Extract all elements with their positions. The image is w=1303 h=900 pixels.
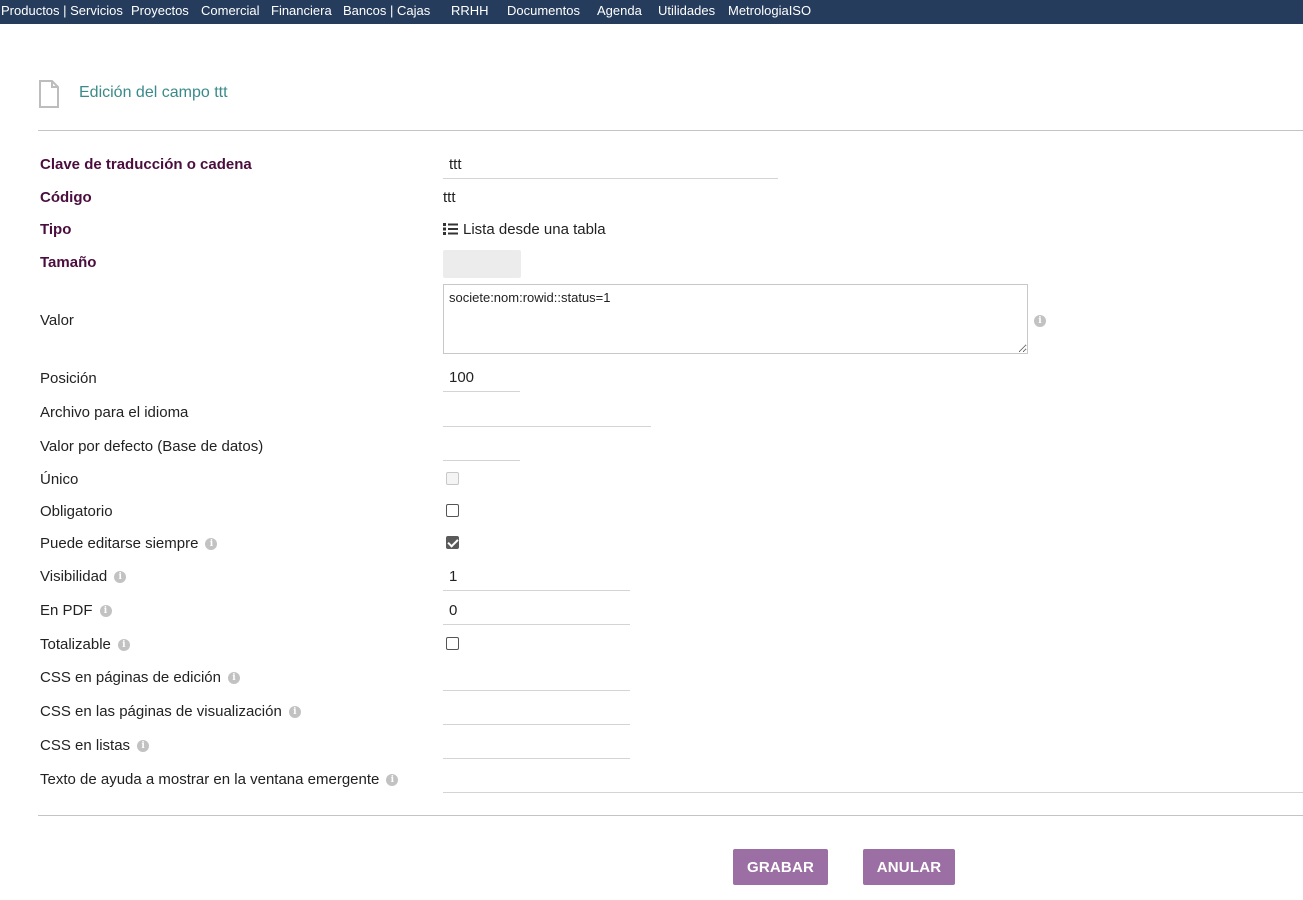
codigo-value: ttt [443,189,456,206]
tamano-input[interactable] [443,250,521,278]
editable-checkbox[interactable] [446,536,459,549]
document-icon [39,80,59,108]
css-visualizacion-label: CSS en las páginas de visualización i [40,703,301,720]
valor-label: Valor [40,312,74,329]
clave-input[interactable] [443,151,778,179]
css-listas-label: CSS en listas i [40,737,150,754]
info-icon: i [99,604,112,617]
list-icon [443,223,458,235]
totalizable-label-text: Totalizable [40,636,111,653]
nav-item-rrhh[interactable]: RRHH [451,3,489,18]
nav-item-utilidades[interactable]: Utilidades [658,3,715,18]
info-icon: i [227,671,240,684]
ayuda-label-text: Texto de ayuda a mostrar en la ventana e… [40,771,380,788]
nav-item-metrologia[interactable]: MetrologiaISO [728,3,811,18]
visibilidad-label-text: Visibilidad [40,568,108,585]
archivo-label: Archivo para el idioma [40,404,189,421]
nav-item-productos[interactable]: Productos | Servicios [1,3,123,18]
top-navigation: Productos | Servicios Proyectos Comercia… [0,0,1303,24]
posicion-label: Posición [40,370,97,387]
obligatorio-label: Obligatorio [40,503,113,520]
totalizable-checkbox[interactable] [446,637,459,650]
archivo-input[interactable] [443,399,651,427]
css-edicion-label: CSS en páginas de edición i [40,669,240,686]
info-icon: i [137,739,150,752]
valor-defecto-input[interactable] [443,433,520,461]
clave-label: Clave de traducción o cadena [40,156,252,173]
nav-item-bancos[interactable]: Bancos | Cajas [343,3,430,18]
valor-textarea[interactable]: societe:nom:rowid::status=1 [443,284,1028,354]
info-icon: i [117,638,130,651]
posicion-input[interactable] [443,364,520,392]
nav-item-comercial[interactable]: Comercial [201,3,260,18]
editable-label-text: Puede editarse siempre [40,535,199,552]
info-icon: i [205,537,218,550]
css-edicion-label-text: CSS en páginas de edición [40,669,221,686]
page-title: Edición del campo ttt [79,84,228,101]
top-divider [38,130,1303,131]
nav-item-financiera[interactable]: Financiera [271,3,332,18]
info-icon: i [386,773,399,786]
nav-item-agenda[interactable]: Agenda [597,3,642,18]
cancel-button[interactable]: ANULAR [863,849,955,885]
ayuda-input[interactable] [443,765,1303,793]
visibilidad-input[interactable] [443,563,630,591]
unico-label: Único [40,471,79,488]
tamano-label: Tamaño [40,254,97,271]
totalizable-label: Totalizable i [40,636,130,653]
en-pdf-label-text: En PDF [40,602,93,619]
info-icon: i [288,705,301,718]
info-icon: i [114,570,127,583]
css-edicion-input[interactable] [443,663,630,691]
bottom-divider [38,815,1303,816]
en-pdf-label: En PDF i [40,602,112,619]
editable-label: Puede editarse siempre i [40,535,218,552]
save-button[interactable]: GRABAR [733,849,828,885]
ayuda-label: Texto de ayuda a mostrar en la ventana e… [40,771,399,788]
obligatorio-checkbox[interactable] [446,504,459,517]
css-listas-input[interactable] [443,731,630,759]
css-visualizacion-label-text: CSS en las páginas de visualización [40,703,282,720]
en-pdf-input[interactable] [443,597,630,625]
codigo-label: Código [40,189,92,206]
css-visualizacion-input[interactable] [443,697,630,725]
css-listas-label-text: CSS en listas [40,737,131,754]
info-icon: i [1034,315,1046,327]
nav-item-proyectos[interactable]: Proyectos [131,3,189,18]
tipo-text: Lista desde una tabla [463,221,606,238]
nav-item-documentos[interactable]: Documentos [507,3,580,18]
unico-checkbox [446,472,459,485]
visibilidad-label: Visibilidad i [40,568,127,585]
tipo-value: Lista desde una tabla [443,221,606,238]
valor-defecto-label: Valor por defecto (Base de datos) [40,438,264,455]
tipo-label: Tipo [40,221,72,238]
